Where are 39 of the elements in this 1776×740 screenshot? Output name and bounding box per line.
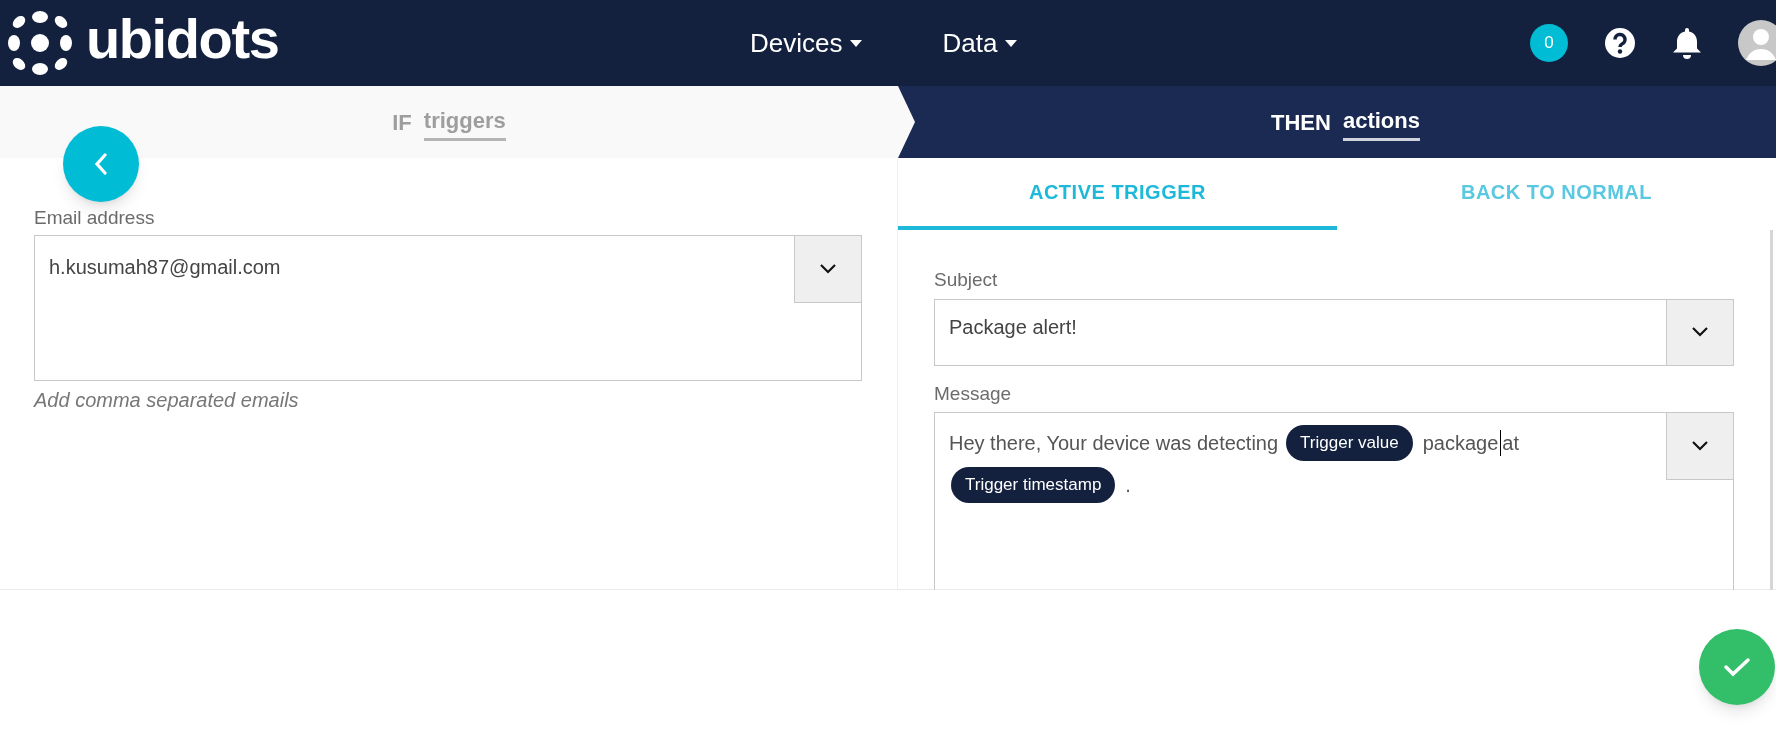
chevron-down-icon <box>1691 326 1709 338</box>
dropdown-button[interactable] <box>1666 299 1733 365</box>
save-button[interactable] <box>1699 629 1775 705</box>
variable-chip[interactable]: Trigger value <box>1286 425 1413 461</box>
avatar-icon[interactable] <box>1738 20 1776 66</box>
step-prefix: IF <box>392 108 412 137</box>
help-icon[interactable] <box>1604 27 1636 59</box>
logo-dots-icon <box>6 9 74 77</box>
field-value: h.kusumah87@gmail.com <box>48 254 282 280</box>
step-prefix: THEN <box>1271 108 1331 137</box>
message-text: at <box>1502 431 1519 456</box>
variable-chip[interactable]: Trigger timestamp <box>951 467 1116 503</box>
message-text: Hey there, Your device was detecting <box>949 431 1279 456</box>
caret-icon <box>850 39 863 47</box>
checkmark-icon <box>1723 657 1751 677</box>
chevron-left-icon <box>94 153 108 175</box>
field-value: Package alert! <box>948 314 1078 340</box>
message-text: . <box>1125 473 1131 498</box>
field-label: Subject <box>934 268 999 292</box>
logo-text: ubidots <box>86 11 279 67</box>
bell-icon[interactable] <box>1672 27 1702 59</box>
helper-text: Add comma separated emails <box>34 387 300 413</box>
scrollbar[interactable] <box>1770 230 1773 590</box>
field-label: Message <box>934 381 1013 406</box>
dropdown-button[interactable] <box>1666 413 1733 480</box>
nav-menu[interactable]: Data <box>942 23 1018 63</box>
step-tab[interactable]: actions <box>1342 103 1420 141</box>
back-button[interactable] <box>63 126 139 202</box>
dropdown-button[interactable] <box>794 235 861 303</box>
chevron-down-icon <box>1691 440 1709 452</box>
message-text: package <box>1422 431 1499 456</box>
nav-menu[interactable]: Devices <box>750 23 863 63</box>
email-field[interactable]: h.kusumah87@gmail.com <box>34 234 862 381</box>
field-label: Email address <box>34 206 155 230</box>
caret-icon <box>1005 39 1018 47</box>
message-field[interactable]: Hey there, Your device was detecting Trigger value package at Trigger timestamp . <box>934 412 1734 590</box>
chevron-down-icon <box>819 262 837 275</box>
text-cursor <box>1500 430 1502 456</box>
subject-field[interactable]: Package alert! <box>934 298 1734 366</box>
